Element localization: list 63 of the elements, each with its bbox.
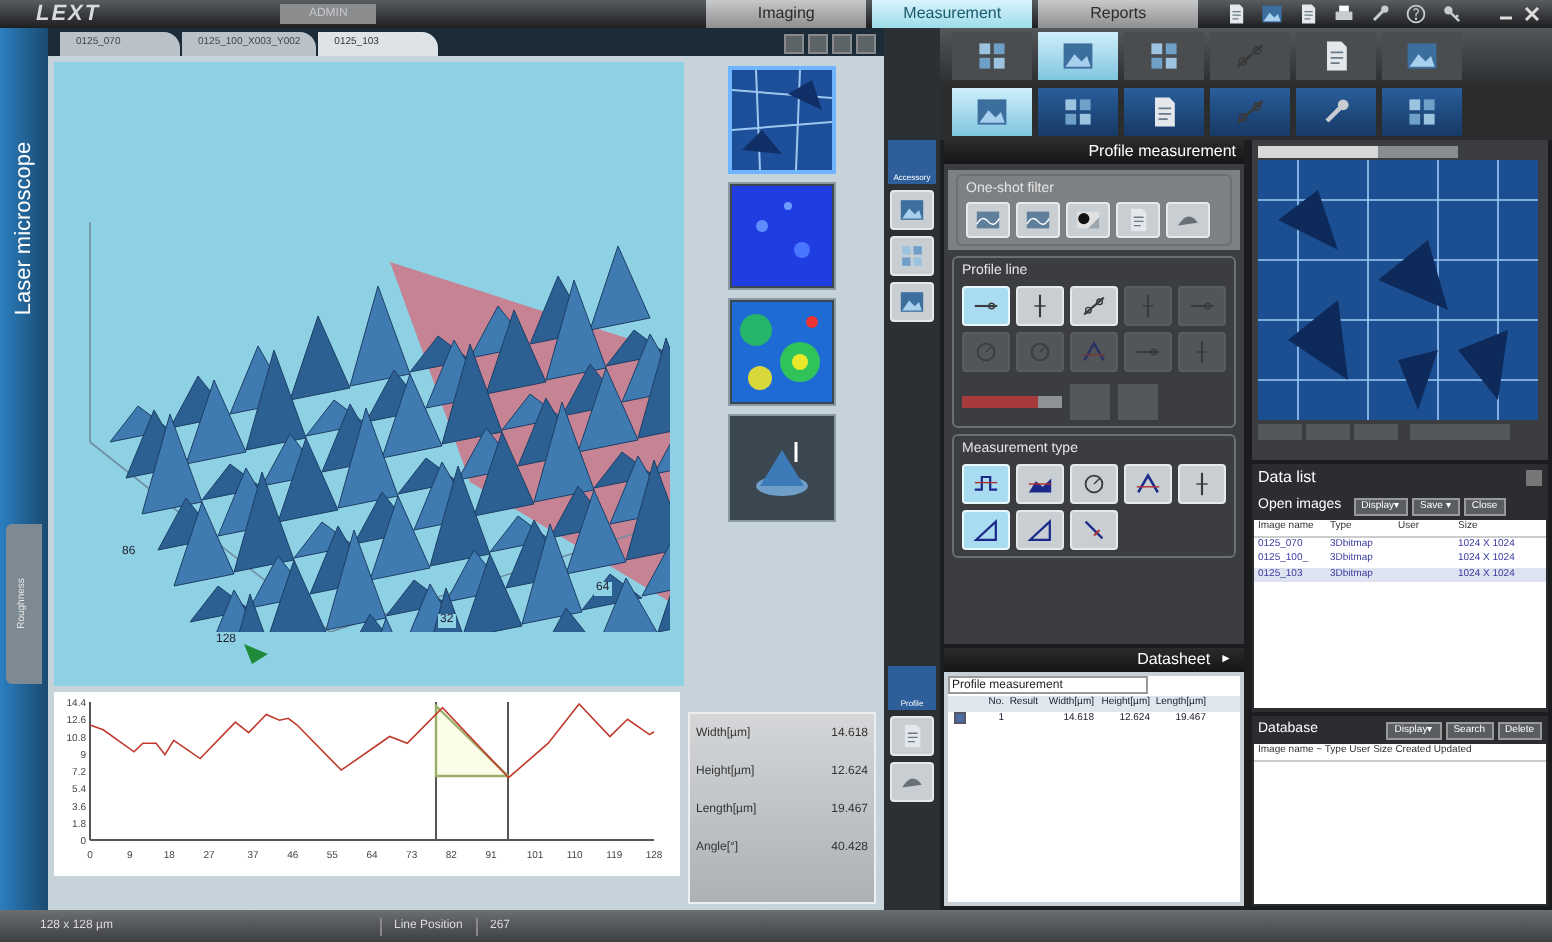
circle-icon: [1080, 470, 1108, 498]
diagonal-line-icon: [1080, 516, 1108, 544]
thumbnail-button[interactable]: [727, 414, 835, 522]
tool-button[interactable]: [1124, 464, 1172, 504]
image-icon: [898, 288, 926, 316]
line-icon: [1232, 94, 1268, 130]
mode-tab[interactable]: Imaging: [706, 0, 867, 28]
width-slider[interactable]: [962, 396, 1062, 408]
tool-button[interactable]: [1070, 464, 1118, 504]
peak-icon: [1134, 470, 1162, 498]
wrench-icon: [1367, 2, 1392, 26]
tool-button[interactable]: [1070, 510, 1118, 550]
toolbar-button[interactable]: [1258, 1, 1285, 27]
tool-button[interactable]: [1016, 286, 1064, 326]
contrast-icon: [1074, 206, 1102, 234]
thumbnail-button[interactable]: [727, 182, 835, 290]
triangle-icon: [1026, 516, 1054, 544]
toolbar-button[interactable]: [1038, 88, 1118, 136]
toolbar-button[interactable]: [1402, 1, 1429, 27]
help-icon: [1403, 2, 1428, 26]
panel-title: Datasheet: [1137, 648, 1211, 672]
peak-icon: [1080, 338, 1108, 366]
measurement-cursor-drawing: [434, 702, 510, 842]
close-icon[interactable]: [1524, 6, 1540, 22]
side-label: Laser microscope: [9, 141, 38, 315]
tool-button[interactable]: [1066, 202, 1110, 238]
tool-button[interactable]: [1016, 464, 1064, 504]
grid-icon: [1146, 38, 1182, 74]
circle-icon: [1026, 338, 1054, 366]
mode-tab[interactable]: Measurement: [872, 0, 1033, 28]
line-icon: [1080, 292, 1108, 320]
mode-tab[interactable]: Reports: [1038, 0, 1199, 28]
row-checkbox[interactable]: [954, 712, 966, 725]
grid-icon: [974, 38, 1010, 74]
toolbar-button[interactable]: [1438, 1, 1465, 27]
panel-title: Profile measurement: [944, 140, 1244, 164]
image-icon: [1060, 38, 1096, 74]
y-axis: [89, 701, 91, 841]
grid-icon: [1060, 94, 1096, 130]
thumbnail-button[interactable]: [727, 66, 835, 174]
image-icon: [1404, 38, 1440, 74]
image-icon: [1259, 2, 1284, 26]
grid-icon: [1404, 94, 1440, 130]
toolbar-button[interactable]: [1124, 88, 1204, 136]
filter-icon: [974, 206, 1002, 234]
toolbar-button[interactable]: [1382, 88, 1462, 136]
triangle-icon: [972, 516, 1000, 544]
panel-title: Data list: [1258, 466, 1316, 490]
tool-button[interactable]: [1016, 510, 1064, 550]
tool-button[interactable]: [1070, 286, 1118, 326]
axis-arrow-icon: [242, 642, 270, 666]
circle-icon: [972, 338, 1000, 366]
thumbnail-button[interactable]: [727, 298, 835, 406]
toolbar-button[interactable]: [1296, 32, 1376, 80]
filter-icon: [1024, 206, 1052, 234]
printer-icon: [1331, 2, 1356, 26]
toolbar-button[interactable]: [1296, 88, 1376, 136]
image-icon: [898, 196, 926, 224]
image-icon: [974, 94, 1010, 130]
grid-icon: [898, 242, 926, 270]
logo: LEXT: [36, 0, 101, 28]
key-icon: [1439, 2, 1464, 26]
tool-button[interactable]: [1178, 464, 1226, 504]
